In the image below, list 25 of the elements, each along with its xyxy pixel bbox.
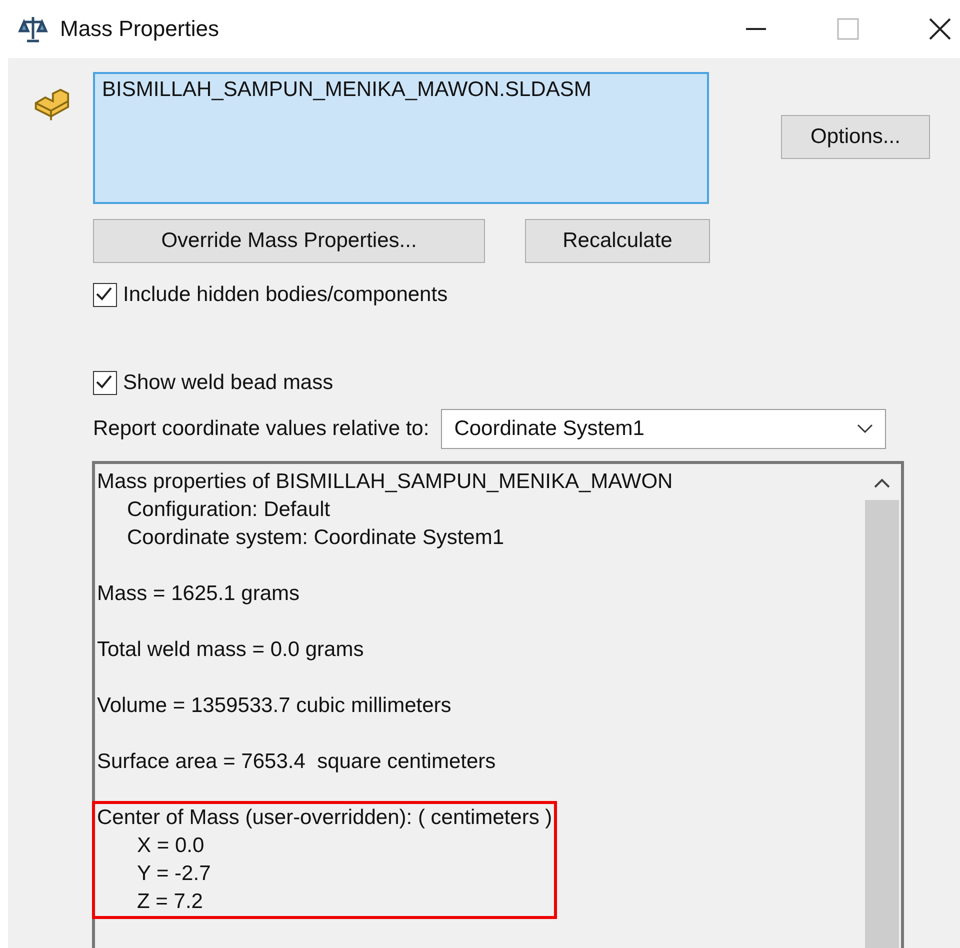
report-line: Coordinate system: Coordinate System1 [126,525,506,551]
close-icon[interactable] [928,17,952,41]
report-line: Total weld mass = 0.0 grams [97,637,364,663]
balance-scale-icon [18,14,48,44]
checkbox[interactable] [93,283,117,307]
report-line: Z = 7.2 [136,889,204,915]
checkbox[interactable] [93,371,117,395]
window-title: Mass Properties [60,16,219,42]
report-line: Mass properties of BISMILLAH_SAMPUN_MENIKA_MAWON [97,469,673,495]
report-line: Volume = 1359533.7 cubic millimeters [97,693,452,719]
report-line: Y = -2.7 [136,861,212,887]
checkbox-label: Show weld bead mass [123,371,334,395]
coordinate-system-dropdown[interactable]: Coordinate System1 [441,409,886,449]
coordinate-label: Report coordinate values relative to: [93,417,430,441]
report-line: Center of Mass (user-overridden): ( centimeters ) [97,805,552,831]
recalculate-button[interactable]: Recalculate [525,219,710,263]
report-line: Surface area = 7653.4 square centimeters [97,749,496,775]
options-button[interactable]: Options... [781,115,930,159]
scroll-up-icon[interactable] [874,478,890,488]
checkbox-label: Include hidden bodies/components [123,283,448,307]
override-mass-properties-button[interactable]: Override Mass Properties... [93,219,485,263]
chevron-down-icon [857,424,874,434]
report-line: X = 0.0 [136,833,206,859]
report-line: Configuration: Default [126,497,332,523]
report-line: Mass = 1625.1 grams [97,581,300,607]
